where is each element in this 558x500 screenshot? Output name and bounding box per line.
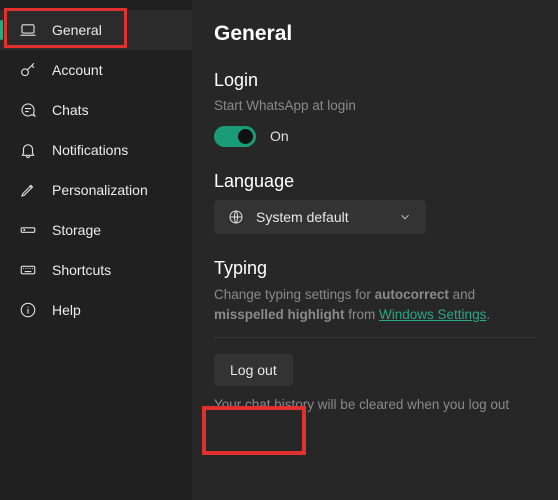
typing-section-title: Typing <box>214 258 536 279</box>
sidebar-item-label: Chats <box>52 102 89 118</box>
info-icon <box>18 300 38 320</box>
typing-desc-text: and <box>449 287 475 302</box>
sidebar: General Account Chats Notifications Pers… <box>0 0 192 500</box>
page-title: General <box>214 22 536 46</box>
sidebar-item-personalization[interactable]: Personalization <box>0 170 192 210</box>
typing-desc-text: Change typing settings for <box>214 287 375 302</box>
laptop-icon <box>18 20 38 40</box>
sidebar-item-label: Personalization <box>52 182 148 198</box>
sidebar-item-storage[interactable]: Storage <box>0 210 192 250</box>
sidebar-item-label: Notifications <box>52 142 128 158</box>
keyboard-icon <box>18 260 38 280</box>
main-panel: General Login Start WhatsApp at login On… <box>192 0 558 500</box>
storage-icon <box>18 220 38 240</box>
login-toggle-label: On <box>270 128 289 144</box>
key-icon <box>18 60 38 80</box>
sidebar-item-general[interactable]: General <box>0 10 192 50</box>
typing-section-desc: Change typing settings for autocorrect a… <box>214 285 536 326</box>
sidebar-item-label: Shortcuts <box>52 262 111 278</box>
login-section-desc: Start WhatsApp at login <box>214 97 536 116</box>
typing-desc-text: from <box>345 307 380 322</box>
sidebar-item-account[interactable]: Account <box>0 50 192 90</box>
sidebar-item-label: Help <box>52 302 81 318</box>
windows-settings-link[interactable]: Windows Settings <box>379 307 486 322</box>
divider <box>214 337 536 338</box>
typing-autocorrect: autocorrect <box>375 287 449 302</box>
bell-icon <box>18 140 38 160</box>
sidebar-item-notifications[interactable]: Notifications <box>0 130 192 170</box>
login-toggle[interactable] <box>214 126 256 147</box>
sidebar-item-shortcuts[interactable]: Shortcuts <box>0 250 192 290</box>
sidebar-item-help[interactable]: Help <box>0 290 192 330</box>
sidebar-item-label: Account <box>52 62 103 78</box>
sidebar-item-label: General <box>52 22 102 38</box>
logout-button[interactable]: Log out <box>214 354 293 386</box>
login-section-title: Login <box>214 70 536 91</box>
language-section-title: Language <box>214 171 536 192</box>
pencil-icon <box>18 180 38 200</box>
typing-misspelled: misspelled highlight <box>214 307 345 322</box>
sidebar-item-label: Storage <box>52 222 101 238</box>
language-dropdown[interactable]: System default <box>214 200 426 234</box>
language-selected: System default <box>256 209 398 225</box>
chevron-down-icon <box>398 210 412 224</box>
globe-icon <box>228 209 244 225</box>
logout-desc: Your chat history will be cleared when y… <box>214 396 536 415</box>
typing-desc-text: . <box>486 307 490 322</box>
sidebar-item-chats[interactable]: Chats <box>0 90 192 130</box>
chat-icon <box>18 100 38 120</box>
